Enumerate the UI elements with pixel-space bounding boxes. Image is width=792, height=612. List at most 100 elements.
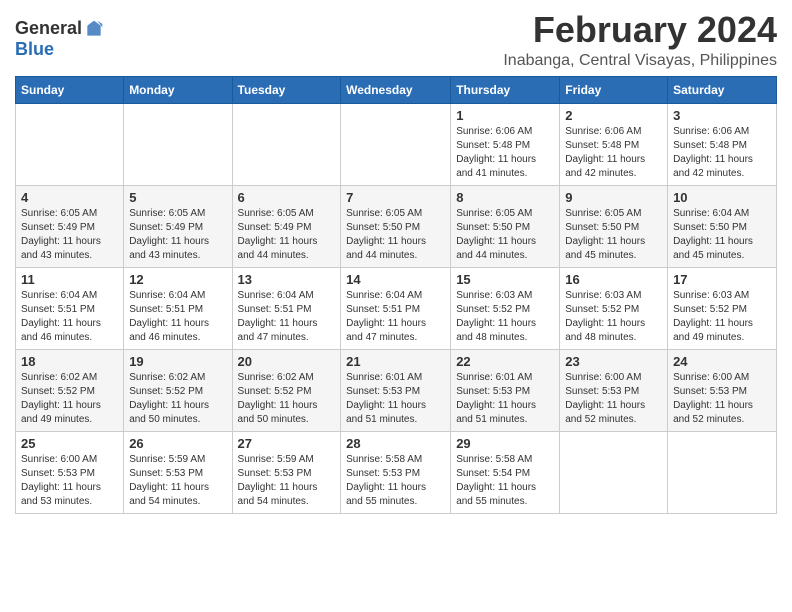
calendar-cell: 9Sunrise: 6:05 AM Sunset: 5:50 PM Daylig… <box>560 185 668 267</box>
day-info: Sunrise: 6:00 AM Sunset: 5:53 PM Dayligh… <box>673 371 771 427</box>
calendar-cell: 29 Sunrise: 5:58 AM Sunset: 5:54 PM Dayli… <box>451 431 560 513</box>
day-number: 29 <box>456 436 554 451</box>
calendar-cell: 26 Sunrise: 5:59 AM Sunset: 5:53 PM Dayli… <box>124 431 232 513</box>
calendar-cell: 12 Sunrise: 6:04 AM Sunset: 5:51 PM Dayli… <box>124 267 232 349</box>
day-number: 18 <box>21 354 118 369</box>
calendar-cell: 4 Sunrise: 6:05 AM Sunset: 5:49 PM Daylig… <box>16 185 124 267</box>
calendar-cell: 5Sunrise: 6:05 AM Sunset: 5:49 PM Daylig… <box>124 185 232 267</box>
location-title: Inabanga, Central Visayas, Philippines <box>503 52 777 70</box>
calendar-cell: 1 Sunrise: 6:06 AM Sunset: 5:48 PM Daylig… <box>451 103 560 185</box>
calendar-header-sunday: Sunday <box>16 76 124 103</box>
calendar-cell <box>232 103 341 185</box>
day-number: 9 <box>565 190 662 205</box>
calendar-cell: 25 Sunrise: 6:00 AM Sunset: 5:53 PM Dayli… <box>16 431 124 513</box>
day-number: 4 <box>21 190 118 205</box>
calendar-cell: 22 Sunrise: 6:01 AM Sunset: 5:53 PM Dayli… <box>451 349 560 431</box>
day-number: 20 <box>238 354 336 369</box>
calendar-cell: 17Sunrise: 6:03 AM Sunset: 5:52 PM Dayli… <box>668 267 777 349</box>
day-info: Sunrise: 6:00 AM Sunset: 5:53 PM Dayligh… <box>21 453 118 509</box>
calendar-cell: 6 Sunrise: 6:05 AM Sunset: 5:49 PM Daylig… <box>232 185 341 267</box>
day-number: 15 <box>456 272 554 287</box>
calendar-header-friday: Friday <box>560 76 668 103</box>
day-number: 25 <box>21 436 118 451</box>
logo-blue-text: Blue <box>15 39 54 60</box>
calendar-header-wednesday: Wednesday <box>341 76 451 103</box>
calendar-cell <box>124 103 232 185</box>
logo-icon <box>84 19 104 39</box>
calendar-header-row: SundayMondayTuesdayWednesdayThursdayFrid… <box>16 76 777 103</box>
day-info: Sunrise: 6:03 AM Sunset: 5:52 PM Dayligh… <box>456 289 554 345</box>
day-number: 3 <box>673 108 771 123</box>
calendar-week-row: 1 Sunrise: 6:06 AM Sunset: 5:48 PM Daylig… <box>16 103 777 185</box>
day-info: Sunrise: 6:00 AM Sunset: 5:53 PM Dayligh… <box>565 371 662 427</box>
calendar-header-thursday: Thursday <box>451 76 560 103</box>
day-number: 1 <box>456 108 554 123</box>
day-info: Sunrise: 6:05 AM Sunset: 5:50 PM Dayligh… <box>346 207 445 263</box>
day-number: 21 <box>346 354 445 369</box>
day-info: Sunrise: 6:02 AM Sunset: 5:52 PM Dayligh… <box>21 371 118 427</box>
calendar-cell: 7 Sunrise: 6:05 AM Sunset: 5:50 PM Daylig… <box>341 185 451 267</box>
day-info: Sunrise: 5:59 AM Sunset: 5:53 PM Dayligh… <box>238 453 336 509</box>
day-info: Sunrise: 5:58 AM Sunset: 5:54 PM Dayligh… <box>456 453 554 509</box>
calendar-cell: 28 Sunrise: 5:58 AM Sunset: 5:53 PM Dayli… <box>341 431 451 513</box>
calendar-header-monday: Monday <box>124 76 232 103</box>
day-info: Sunrise: 6:03 AM Sunset: 5:52 PM Dayligh… <box>673 289 771 345</box>
day-number: 2 <box>565 108 662 123</box>
calendar-cell <box>668 431 777 513</box>
day-number: 23 <box>565 354 662 369</box>
calendar-week-row: 18 Sunrise: 6:02 AM Sunset: 5:52 PM Dayli… <box>16 349 777 431</box>
day-info: Sunrise: 6:06 AM Sunset: 5:48 PM Dayligh… <box>456 125 554 181</box>
day-number: 22 <box>456 354 554 369</box>
day-number: 19 <box>129 354 226 369</box>
day-number: 7 <box>346 190 445 205</box>
calendar-cell <box>560 431 668 513</box>
day-info: Sunrise: 6:04 AM Sunset: 5:51 PM Dayligh… <box>21 289 118 345</box>
calendar-week-row: 25 Sunrise: 6:00 AM Sunset: 5:53 PM Dayli… <box>16 431 777 513</box>
day-number: 6 <box>238 190 336 205</box>
day-number: 12 <box>129 272 226 287</box>
day-number: 26 <box>129 436 226 451</box>
calendar-cell: 18 Sunrise: 6:02 AM Sunset: 5:52 PM Dayli… <box>16 349 124 431</box>
calendar-cell: 11Sunrise: 6:04 AM Sunset: 5:51 PM Dayli… <box>16 267 124 349</box>
day-number: 13 <box>238 272 336 287</box>
calendar-cell: 3 Sunrise: 6:06 AM Sunset: 5:48 PM Daylig… <box>668 103 777 185</box>
logo-general-text: General <box>15 18 82 39</box>
day-info: Sunrise: 6:03 AM Sunset: 5:52 PM Dayligh… <box>565 289 662 345</box>
page-header: General Blue February 2024 Inabanga, Cen… <box>15 10 777 70</box>
day-info: Sunrise: 6:04 AM Sunset: 5:51 PM Dayligh… <box>129 289 226 345</box>
title-section: February 2024 Inabanga, Central Visayas,… <box>503 10 777 70</box>
calendar-cell: 21 Sunrise: 6:01 AM Sunset: 5:53 PM Dayli… <box>341 349 451 431</box>
day-info: Sunrise: 6:05 AM Sunset: 5:49 PM Dayligh… <box>21 207 118 263</box>
calendar-cell: 24 Sunrise: 6:00 AM Sunset: 5:53 PM Dayli… <box>668 349 777 431</box>
calendar-cell: 20Sunrise: 6:02 AM Sunset: 5:52 PM Dayli… <box>232 349 341 431</box>
calendar-cell: 13 Sunrise: 6:04 AM Sunset: 5:51 PM Dayli… <box>232 267 341 349</box>
calendar-header-tuesday: Tuesday <box>232 76 341 103</box>
calendar-cell: 2Sunrise: 6:06 AM Sunset: 5:48 PM Daylig… <box>560 103 668 185</box>
day-info: Sunrise: 6:04 AM Sunset: 5:51 PM Dayligh… <box>238 289 336 345</box>
calendar-week-row: 11Sunrise: 6:04 AM Sunset: 5:51 PM Dayli… <box>16 267 777 349</box>
calendar-cell <box>341 103 451 185</box>
day-info: Sunrise: 5:58 AM Sunset: 5:53 PM Dayligh… <box>346 453 445 509</box>
day-number: 10 <box>673 190 771 205</box>
day-number: 5 <box>129 190 226 205</box>
calendar-cell: 15 Sunrise: 6:03 AM Sunset: 5:52 PM Dayli… <box>451 267 560 349</box>
logo: General Blue <box>15 18 104 60</box>
calendar-cell: 27Sunrise: 5:59 AM Sunset: 5:53 PM Dayli… <box>232 431 341 513</box>
day-info: Sunrise: 6:05 AM Sunset: 5:50 PM Dayligh… <box>456 207 554 263</box>
day-number: 24 <box>673 354 771 369</box>
day-info: Sunrise: 6:01 AM Sunset: 5:53 PM Dayligh… <box>456 371 554 427</box>
calendar-table: SundayMondayTuesdayWednesdayThursdayFrid… <box>15 76 777 514</box>
calendar-header-saturday: Saturday <box>668 76 777 103</box>
day-info: Sunrise: 6:05 AM Sunset: 5:49 PM Dayligh… <box>238 207 336 263</box>
calendar-cell: 23 Sunrise: 6:00 AM Sunset: 5:53 PM Dayli… <box>560 349 668 431</box>
day-info: Sunrise: 6:04 AM Sunset: 5:50 PM Dayligh… <box>673 207 771 263</box>
day-number: 14 <box>346 272 445 287</box>
day-number: 28 <box>346 436 445 451</box>
day-info: Sunrise: 6:04 AM Sunset: 5:51 PM Dayligh… <box>346 289 445 345</box>
calendar-cell: 8Sunrise: 6:05 AM Sunset: 5:50 PM Daylig… <box>451 185 560 267</box>
day-number: 16 <box>565 272 662 287</box>
day-info: Sunrise: 5:59 AM Sunset: 5:53 PM Dayligh… <box>129 453 226 509</box>
day-info: Sunrise: 6:06 AM Sunset: 5:48 PM Dayligh… <box>673 125 771 181</box>
day-info: Sunrise: 6:01 AM Sunset: 5:53 PM Dayligh… <box>346 371 445 427</box>
calendar-cell: 16 Sunrise: 6:03 AM Sunset: 5:52 PM Dayli… <box>560 267 668 349</box>
